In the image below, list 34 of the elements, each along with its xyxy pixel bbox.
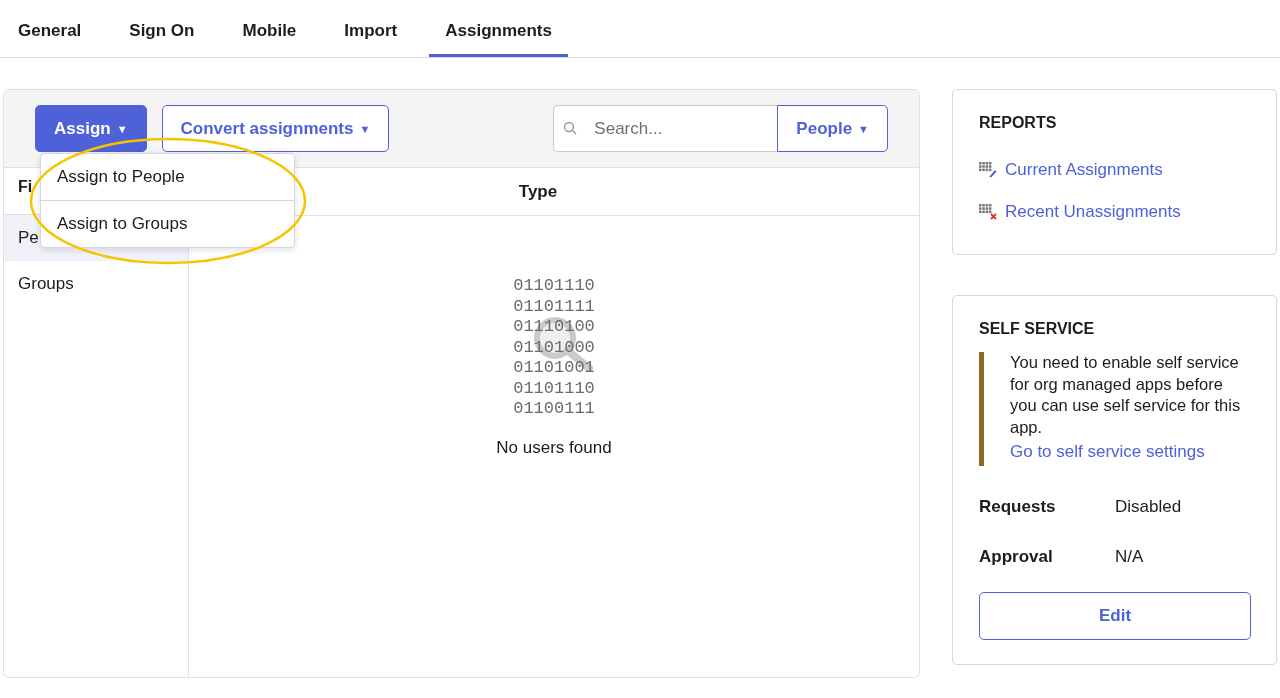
tab[interactable]: Mobile — [226, 0, 313, 57]
binary-text: 01110100 — [513, 317, 595, 338]
binary-text: 01100111 — [513, 399, 595, 420]
binary-text: 01101000 — [513, 337, 595, 358]
field-label: Approval — [979, 547, 1054, 567]
field-label: Requests — [979, 497, 1057, 517]
binary-text: 01101001 — [513, 358, 595, 379]
notice-text: You need to enable self service for org managed apps before you can use self service for this app. — [1010, 352, 1242, 438]
tab[interactable]: General — [2, 0, 98, 57]
tab[interactable]: Sign On — [113, 0, 211, 57]
column-header: Type — [518, 181, 558, 202]
grid-cross-icon — [979, 204, 997, 220]
card-title: SELF SERVICE — [979, 320, 1096, 338]
binary-text: 01101110 — [513, 378, 595, 399]
search-field[interactable]: Search... — [553, 105, 778, 152]
assign-button[interactable]: Assign ▼ — [35, 105, 147, 152]
empty-message: No users found — [496, 437, 612, 458]
tab[interactable]: Import — [328, 0, 414, 57]
settings-link[interactable]: Go to self service settings — [1010, 442, 1250, 462]
binary-text: 01101110 — [513, 276, 595, 297]
sidebar-item[interactable]: Groups — [4, 261, 188, 307]
binary-text: 01101111 — [513, 296, 595, 317]
report-link[interactable]: Current Assignments — [1005, 160, 1163, 180]
tab[interactable]: Assignments — [429, 0, 568, 57]
grid-pencil-icon — [979, 162, 997, 178]
menu-item[interactable]: Assign to Groups — [41, 200, 294, 247]
field-value: N/A — [1115, 547, 1144, 567]
convert-assignments-button[interactable]: Convert assignments ▼ — [161, 105, 390, 152]
people-filter-button[interactable]: People ▼ — [777, 105, 888, 152]
card-title: REPORTS — [979, 114, 1058, 132]
search-icon — [563, 121, 578, 135]
report-link[interactable]: Recent Unassignments — [1005, 202, 1181, 222]
field-value: Disabled — [1115, 497, 1182, 517]
edit-button[interactable]: Edit — [979, 592, 1251, 640]
